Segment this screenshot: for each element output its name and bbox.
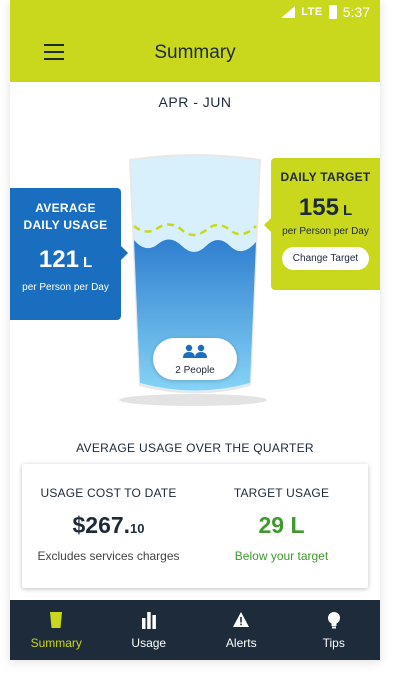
nav-usage[interactable]: Usage bbox=[103, 600, 196, 660]
bar-chart-icon bbox=[141, 612, 156, 629]
glass-icon bbox=[50, 612, 63, 628]
nav-alerts[interactable]: Alerts bbox=[195, 600, 288, 660]
quarter-summary-card: USAGE COST TO DATE $267.10 Excludes serv… bbox=[22, 464, 368, 588]
daily-target-card: DAILY TARGET 155 L per Person per Day Cha… bbox=[264, 158, 380, 290]
app-screen: LTE 5:37 Summary APR - JUN 2 People AVER… bbox=[10, 0, 380, 660]
battery-icon bbox=[328, 5, 337, 19]
lightbulb-icon bbox=[327, 612, 340, 629]
change-target-button[interactable]: Change Target bbox=[281, 247, 370, 270]
target-unit: L bbox=[342, 202, 353, 219]
nav-alerts-label: Alerts bbox=[225, 636, 257, 650]
usage-cost-dollars: $267. bbox=[72, 512, 131, 538]
target-usage-title: TARGET USAGE bbox=[233, 486, 330, 500]
people-count-label: 2 People bbox=[175, 365, 215, 376]
target-title: DAILY TARGET bbox=[280, 170, 371, 184]
nav-summary[interactable]: Summary bbox=[10, 600, 103, 660]
bottom-navigation: Summary Usage Alerts Tips bbox=[10, 600, 380, 660]
target-usage-value: 29 L bbox=[258, 512, 305, 538]
alert-icon bbox=[233, 612, 250, 627]
status-bar: LTE 5:37 bbox=[10, 0, 380, 24]
people-icon bbox=[183, 344, 207, 358]
signal-icon bbox=[281, 6, 296, 18]
average-title-line1: AVERAGE bbox=[35, 201, 96, 215]
usage-cost-title: USAGE COST TO DATE bbox=[40, 486, 177, 500]
nav-summary-label: Summary bbox=[30, 636, 82, 650]
target-subtitle: per Person per Day bbox=[282, 226, 369, 237]
usage-cost-column: USAGE COST TO DATE $267.10 Excludes serv… bbox=[22, 464, 195, 588]
section-heading: AVERAGE USAGE OVER THE QUARTER bbox=[76, 441, 314, 455]
average-value: 121 bbox=[38, 246, 79, 273]
average-subtitle: per Person per Day bbox=[22, 282, 109, 293]
target-usage-column: TARGET USAGE 29 L Below your target bbox=[195, 464, 368, 588]
period-label: APR - JUN bbox=[158, 94, 232, 110]
clock: 5:37 bbox=[342, 4, 370, 20]
target-value: 155 bbox=[298, 194, 339, 221]
usage-cost-note: Excludes services charges bbox=[37, 549, 180, 563]
average-usage-card: AVERAGE DAILY USAGE 121 L per Person per … bbox=[10, 188, 128, 320]
average-title-line2: DAILY USAGE bbox=[23, 218, 108, 232]
nav-tips[interactable]: Tips bbox=[288, 600, 381, 660]
nav-usage-label: Usage bbox=[131, 636, 167, 650]
target-usage-note: Below your target bbox=[234, 549, 329, 563]
page-title: Summary bbox=[154, 42, 236, 63]
average-unit: L bbox=[82, 254, 93, 271]
app-bar: Summary bbox=[10, 24, 380, 82]
household-size-badge[interactable]: 2 People bbox=[153, 338, 237, 380]
nav-tips-label: Tips bbox=[322, 636, 345, 650]
usage-cost-cents: 10 bbox=[130, 521, 145, 536]
network-type: LTE bbox=[301, 6, 323, 18]
